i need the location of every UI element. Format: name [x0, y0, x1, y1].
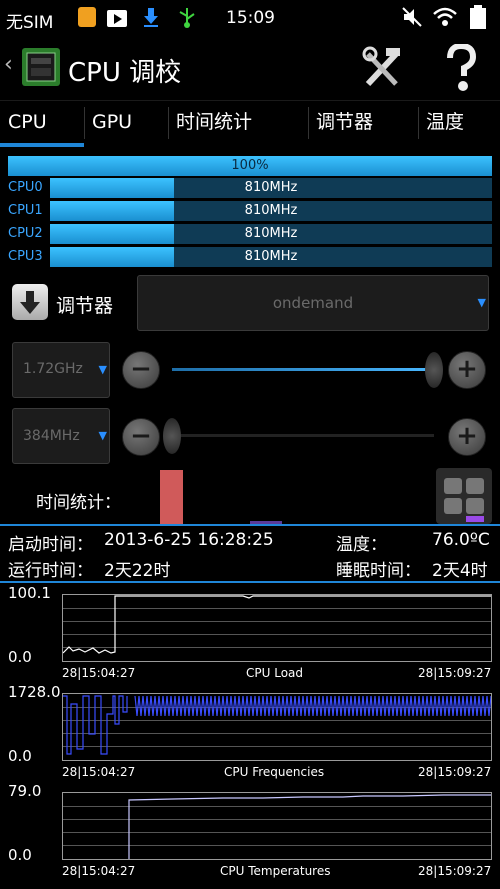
slider-thumb[interactable]: [425, 352, 443, 388]
dropdown-arrow-icon: ▼: [98, 363, 107, 376]
tab-bar: CPU GPU 时间统计 调节器 温度: [0, 100, 500, 147]
max-freq-decrease-button[interactable]: −: [122, 351, 160, 389]
tab-gpu[interactable]: GPU: [84, 101, 168, 145]
graph-end-time: 28|15:09:27: [418, 765, 492, 779]
carrier-label: 无SIM: [6, 13, 54, 33]
cpu-core-label: CPU2: [8, 226, 43, 241]
wifi-icon: [433, 7, 457, 26]
slider-thumb[interactable]: [163, 418, 181, 454]
cpu-core-row: CPU3 810MHz: [8, 247, 492, 267]
graph-y-max: 1728.0: [8, 683, 61, 701]
governor-value: ondemand: [272, 294, 354, 312]
time-stats-label: 时间统计：: [36, 493, 121, 513]
graph-title: CPU Load: [246, 666, 303, 680]
min-freq-select[interactable]: 384MHz ▼: [12, 408, 110, 464]
temperature-value: 76.0ºC: [432, 530, 490, 550]
temperature-label: 温度：: [336, 535, 387, 555]
graph-y-min: 0.0: [8, 846, 32, 864]
arrow-down-icon: [20, 291, 40, 314]
uptime-label: 运行时间：: [8, 561, 93, 581]
grid-icon: [444, 478, 484, 522]
mute-icon: [402, 7, 422, 27]
min-freq-increase-button[interactable]: +: [448, 418, 486, 456]
graph-plot-area: [62, 693, 492, 761]
tools-icon[interactable]: [362, 46, 402, 90]
graph-y-min: 0.0: [8, 648, 32, 666]
cpu-core-freq: 810MHz: [244, 180, 298, 195]
max-freq-slider[interactable]: [172, 352, 443, 388]
governor-select[interactable]: ondemand ▼: [137, 275, 489, 331]
tab-cpu[interactable]: CPU: [0, 101, 82, 145]
graph-y-max: 79.0: [8, 782, 42, 800]
back-chevron-icon[interactable]: ‹: [4, 52, 13, 77]
graph-title: CPU Temperatures: [220, 864, 331, 878]
graph-y-max: 100.1: [8, 584, 51, 602]
status-bar: 无SIM 15:09: [0, 0, 500, 36]
uptime-value: 2天22时: [104, 561, 171, 581]
download-icon: [144, 8, 158, 27]
app-bar: ‹ CPU 调校: [0, 38, 500, 98]
min-freq-value: 384MHz: [23, 428, 80, 444]
max-freq-value: 1.72GHz: [23, 361, 83, 377]
graph-end-time: 28|15:09:27: [418, 666, 492, 680]
cpu-core-label: CPU0: [8, 180, 43, 195]
cpu-frequency-graph-panel: 1728.0 0.0 28|15:04:27 CPU Frequencies 2…: [0, 683, 500, 781]
usb-icon: [179, 8, 195, 28]
cpu-core-row: CPU1 810MHz: [8, 201, 492, 221]
cpu-core-freq: 810MHz: [244, 203, 298, 218]
cpu-temperature-graph-panel: 79.0 0.0 28|15:04:27 CPU Temperatures 28…: [0, 782, 500, 880]
cpu-core-freq: 810MHz: [244, 226, 298, 241]
sleep-time-label: 睡眠时间：: [336, 561, 421, 581]
dropdown-arrow-icon: ▼: [477, 296, 486, 309]
governor-apply-button[interactable]: [12, 284, 48, 320]
graph-plot-area: [62, 594, 492, 662]
time-stats-bar: [160, 470, 183, 524]
graph-y-min: 0.0: [8, 747, 32, 765]
graph-end-time: 28|15:09:27: [418, 864, 492, 878]
minus-icon: −: [130, 354, 152, 384]
cpu-core-row: CPU0 810MHz: [8, 178, 492, 198]
cpu-load-trace: [63, 595, 491, 654]
notification-app-icon: [78, 7, 96, 27]
tab-time-stats[interactable]: 时间统计: [168, 101, 306, 145]
minus-icon: −: [130, 421, 152, 451]
boot-time-value: 2013-6-25 16:28:25: [104, 530, 274, 550]
section-divider: [0, 581, 500, 583]
graph-title: CPU Frequencies: [224, 765, 325, 779]
max-freq-increase-button[interactable]: +: [448, 351, 486, 389]
cpu-frequency-trace: [63, 695, 491, 755]
plus-icon: +: [456, 354, 478, 384]
graph-plot-area: [62, 792, 492, 860]
max-freq-select[interactable]: 1.72GHz ▼: [12, 342, 110, 398]
help-icon[interactable]: [444, 44, 478, 94]
dropdown-arrow-icon: ▼: [98, 429, 107, 442]
graph-start-time: 28|15:04:27: [62, 864, 136, 878]
tab-governor[interactable]: 调节器: [308, 101, 416, 145]
cpu-core-label: CPU3: [8, 249, 43, 264]
min-freq-decrease-button[interactable]: −: [122, 418, 160, 456]
total-usage-label: 100%: [231, 158, 269, 173]
graph-start-time: 28|15:04:27: [62, 666, 136, 680]
cpu-load-graph-panel: 100.1 0.0 28|15:04:27 CPU Load 28|15:09:…: [0, 584, 500, 682]
governor-label: 调节器: [56, 295, 114, 317]
total-usage-bar: 100%: [8, 156, 492, 176]
battery-icon: [470, 5, 486, 29]
cpu-temperature-trace: [128, 794, 491, 859]
grid-view-button[interactable]: [436, 468, 492, 524]
graph-start-time: 28|15:04:27: [62, 765, 136, 779]
plus-icon: +: [456, 421, 478, 451]
section-divider: [0, 524, 500, 526]
play-store-icon: [107, 10, 127, 27]
cpu-chip-app-icon[interactable]: [20, 46, 62, 88]
boot-time-label: 启动时间：: [8, 535, 93, 555]
clock: 15:09: [226, 8, 275, 28]
cpu-core-freq: 810MHz: [244, 249, 298, 264]
cpu-core-row: CPU2 810MHz: [8, 224, 492, 244]
tab-temperature[interactable]: 温度: [418, 101, 500, 145]
cpu-core-label: CPU1: [8, 203, 43, 218]
page-title: CPU 调校: [68, 58, 182, 88]
sleep-time-value: 2天4时: [432, 561, 488, 581]
min-freq-slider[interactable]: [163, 418, 434, 454]
active-tab-indicator: [0, 143, 84, 147]
